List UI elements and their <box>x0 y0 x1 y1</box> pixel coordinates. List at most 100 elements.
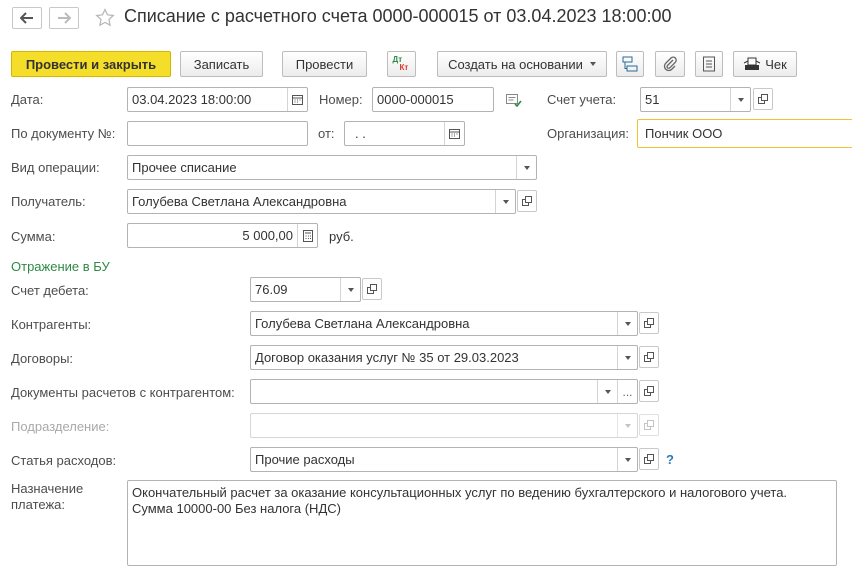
organization-label: Организация: <box>547 126 630 141</box>
document-list-icon <box>703 56 715 72</box>
dt-kt-icon: Дт Кт <box>392 55 412 73</box>
post-button[interactable]: Провести <box>282 51 367 77</box>
payment-purpose-textarea[interactable]: Окончательный расчет за оказание консуль… <box>127 480 837 566</box>
debit-account-value: 76.09 <box>255 282 288 297</box>
paperclip-icon <box>663 56 677 72</box>
organization-value: Пончик ООО <box>645 126 723 141</box>
contracts-field[interactable]: Договор оказания услуг № 35 от 29.03.202… <box>250 345 638 370</box>
expense-item-field[interactable]: Прочие расходы <box>250 447 638 472</box>
organization-field[interactable]: Пончик ООО <box>637 119 852 148</box>
counterparties-field[interactable]: Голубева Светлана Александровна <box>250 311 638 336</box>
amount-label: Сумма: <box>11 229 56 244</box>
number-label: Номер: <box>319 92 363 107</box>
counterparties-open-button[interactable] <box>639 312 659 334</box>
by-document-field[interactable] <box>127 121 308 146</box>
open-window-icon <box>758 94 768 104</box>
dt-kt-button[interactable]: Дт Кт <box>387 51 416 77</box>
debit-account-label: Счет дебета: <box>11 283 89 298</box>
number-field[interactable]: 0000-000015 <box>372 87 494 112</box>
chevron-down-icon[interactable] <box>617 346 637 369</box>
account-open-button[interactable] <box>753 88 773 110</box>
amount-value: 5 000,00 <box>242 228 293 243</box>
chevron-down-icon[interactable] <box>495 190 515 213</box>
date-field[interactable]: 03.04.2023 18:00:00 <box>127 87 308 112</box>
account-value: 51 <box>645 92 660 107</box>
open-window-icon <box>522 196 532 206</box>
contracts-value: Договор оказания услуг № 35 от 29.03.202… <box>255 350 519 365</box>
chevron-down-icon[interactable] <box>340 278 360 301</box>
account-label: Счет учета: <box>547 92 617 107</box>
chevron-down-icon[interactable] <box>597 380 617 403</box>
arrow-right-icon <box>58 12 71 24</box>
number-value: 0000-000015 <box>377 92 454 107</box>
chevron-down-icon[interactable] <box>617 312 637 335</box>
chevron-down-icon[interactable] <box>516 156 536 179</box>
currency-label: руб. <box>329 229 354 244</box>
open-window-icon <box>644 454 654 464</box>
settlement-docs-open-button[interactable] <box>639 380 659 402</box>
open-window-icon <box>644 386 654 396</box>
help-question-icon[interactable]: ? <box>666 452 674 467</box>
amount-field[interactable]: 5 000,00 <box>127 223 318 248</box>
by-document-label: По документу №: <box>11 126 116 141</box>
attach-button[interactable] <box>655 51 685 77</box>
calculator-icon[interactable] <box>297 224 317 247</box>
post-and-close-label: Провести и закрыть <box>25 56 157 72</box>
post-and-close-button[interactable]: Провести и закрыть <box>11 51 171 77</box>
recipient-label: Получатель: <box>11 194 86 209</box>
expense-item-open-button[interactable] <box>639 448 659 470</box>
date-label: Дата: <box>11 92 44 107</box>
operation-type-select[interactable]: Прочее списание <box>127 155 537 180</box>
check-button[interactable]: Чек <box>733 51 797 77</box>
chevron-down-icon <box>617 414 637 437</box>
favorite-star-icon[interactable] <box>95 8 115 31</box>
arrow-left-icon <box>20 12 33 24</box>
save-button[interactable]: Записать <box>180 51 263 77</box>
number-edit-icon[interactable] <box>506 94 522 110</box>
account-field[interactable]: 51 <box>640 87 751 112</box>
settlement-docs-field[interactable]: ... <box>250 379 638 404</box>
save-label: Записать <box>193 56 250 72</box>
hierarchy-icon <box>622 56 638 72</box>
division-open-button <box>639 414 659 436</box>
report-button[interactable] <box>695 51 723 77</box>
from-date-value: . . <box>355 126 366 141</box>
chevron-down-icon[interactable] <box>730 88 750 111</box>
division-field <box>250 413 638 438</box>
open-window-icon <box>367 284 377 294</box>
check-label: Чек <box>765 56 787 72</box>
structure-button[interactable] <box>616 51 644 77</box>
post-label: Провести <box>295 56 354 72</box>
open-window-icon <box>644 318 654 328</box>
division-label: Подразделение: <box>11 419 110 434</box>
chevron-down-icon[interactable] <box>617 448 637 471</box>
window-title: Списание с расчетного счета 0000-000015 … <box>124 6 672 26</box>
operation-type-value: Прочее списание <box>132 160 237 175</box>
calendar-icon[interactable] <box>444 122 464 145</box>
payment-purpose-value: Окончательный расчет за оказание консуль… <box>132 485 788 516</box>
create-based-on-label: Создать на основании <box>448 56 583 72</box>
calendar-icon[interactable] <box>287 88 307 111</box>
expense-item-label: Статья расходов: <box>11 453 117 468</box>
contracts-open-button[interactable] <box>639 346 659 368</box>
forward-button[interactable] <box>49 7 79 29</box>
recipient-field[interactable]: Голубева Светлана Александровна <box>127 189 516 214</box>
kt-label: Кт <box>399 63 409 72</box>
settlement-docs-label: Документы расчетов с контрагентом: <box>11 385 235 400</box>
recipient-value: Голубева Светлана Александровна <box>132 194 347 209</box>
from-label: от: <box>318 126 335 141</box>
counterparties-value: Голубева Светлана Александровна <box>255 316 470 331</box>
payment-purpose-label-line2: платежа: <box>11 497 65 512</box>
debit-account-field[interactable]: 76.09 <box>250 277 361 302</box>
debit-account-open-button[interactable] <box>362 278 382 300</box>
recipient-open-button[interactable] <box>517 190 537 212</box>
create-based-on-button[interactable]: Создать на основании <box>437 51 607 77</box>
open-window-icon <box>644 352 654 362</box>
contracts-label: Договоры: <box>11 351 74 366</box>
open-window-icon <box>644 420 654 430</box>
select-ellipsis-button[interactable]: ... <box>617 380 637 403</box>
counterparties-label: Контрагенты: <box>11 317 92 332</box>
back-button[interactable] <box>12 7 42 29</box>
payment-purpose-label-line1: Назначение <box>11 481 84 496</box>
from-date-field[interactable]: . . <box>344 121 465 146</box>
